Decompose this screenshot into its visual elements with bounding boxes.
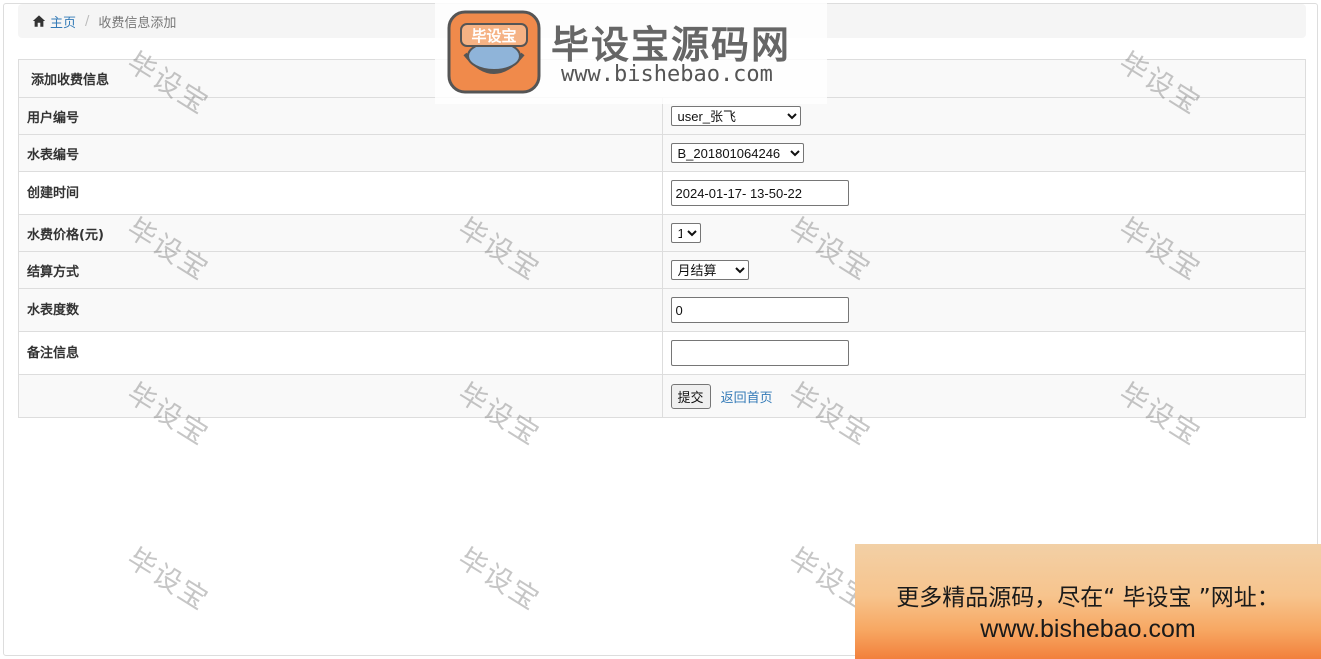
form-row-price: 水费价格(元) 1 [18, 214, 1306, 252]
form-title-row: 添加收费信息 [18, 59, 1306, 98]
settle-method-select[interactable]: 月结算 [670, 260, 749, 280]
water-price-label: 水费价格(元) [18, 214, 663, 252]
user-id-cell: user_张飞 [661, 97, 1306, 135]
actions-cell: 提交 返回首页 [661, 374, 1306, 418]
submit-button[interactable]: 提交 [670, 383, 711, 409]
remark-input[interactable] [670, 340, 849, 366]
user-id-label: 用户编号 [18, 97, 663, 135]
breadcrumb-separator: / [85, 13, 90, 29]
meter-reading-cell [661, 288, 1306, 332]
breadcrumb-current: 收费信息添加 [98, 15, 177, 31]
form-row-remark: 备注信息 [18, 331, 1306, 375]
form-row-reading: 水表度数 [18, 288, 1306, 332]
meter-id-label: 水表编号 [18, 134, 663, 172]
created-time-label: 创建时间 [18, 171, 663, 215]
water-price-cell: 1 [661, 214, 1306, 252]
created-time-input[interactable] [670, 180, 849, 206]
actions-empty-cell [18, 374, 663, 418]
created-time-cell [661, 171, 1306, 215]
home-icon [32, 15, 46, 27]
meter-reading-label: 水表度数 [18, 288, 663, 332]
form-row-settle: 结算方式 月结算 [18, 251, 1306, 289]
water-price-select[interactable]: 1 [670, 223, 701, 243]
meter-id-cell: B_201801064246 [661, 134, 1306, 172]
form-row-meter: 水表编号 B_201801064246 [18, 134, 1306, 172]
remark-cell [661, 331, 1306, 375]
breadcrumb: 主页 / 收费信息添加 [18, 4, 1306, 38]
form-row-created: 创建时间 [18, 171, 1306, 215]
form-title: 添加收费信息 [18, 59, 1306, 98]
form-row-actions: 提交 返回首页 [18, 374, 1306, 418]
remark-label: 备注信息 [18, 331, 663, 375]
meter-reading-input[interactable] [670, 297, 849, 323]
back-home-link[interactable]: 返回首页 [721, 391, 773, 406]
settle-method-cell: 月结算 [661, 251, 1306, 289]
settle-method-label: 结算方式 [18, 251, 663, 289]
user-id-select[interactable]: user_张飞 [670, 106, 801, 126]
meter-id-select[interactable]: B_201801064246 [670, 143, 804, 163]
charge-form-table: 添加收费信息 用户编号 user_张飞 水表编号 B_201801064246 … [18, 59, 1306, 418]
form-row-user: 用户编号 user_张飞 [18, 97, 1306, 135]
breadcrumb-home-link[interactable]: 主页 [50, 12, 76, 31]
